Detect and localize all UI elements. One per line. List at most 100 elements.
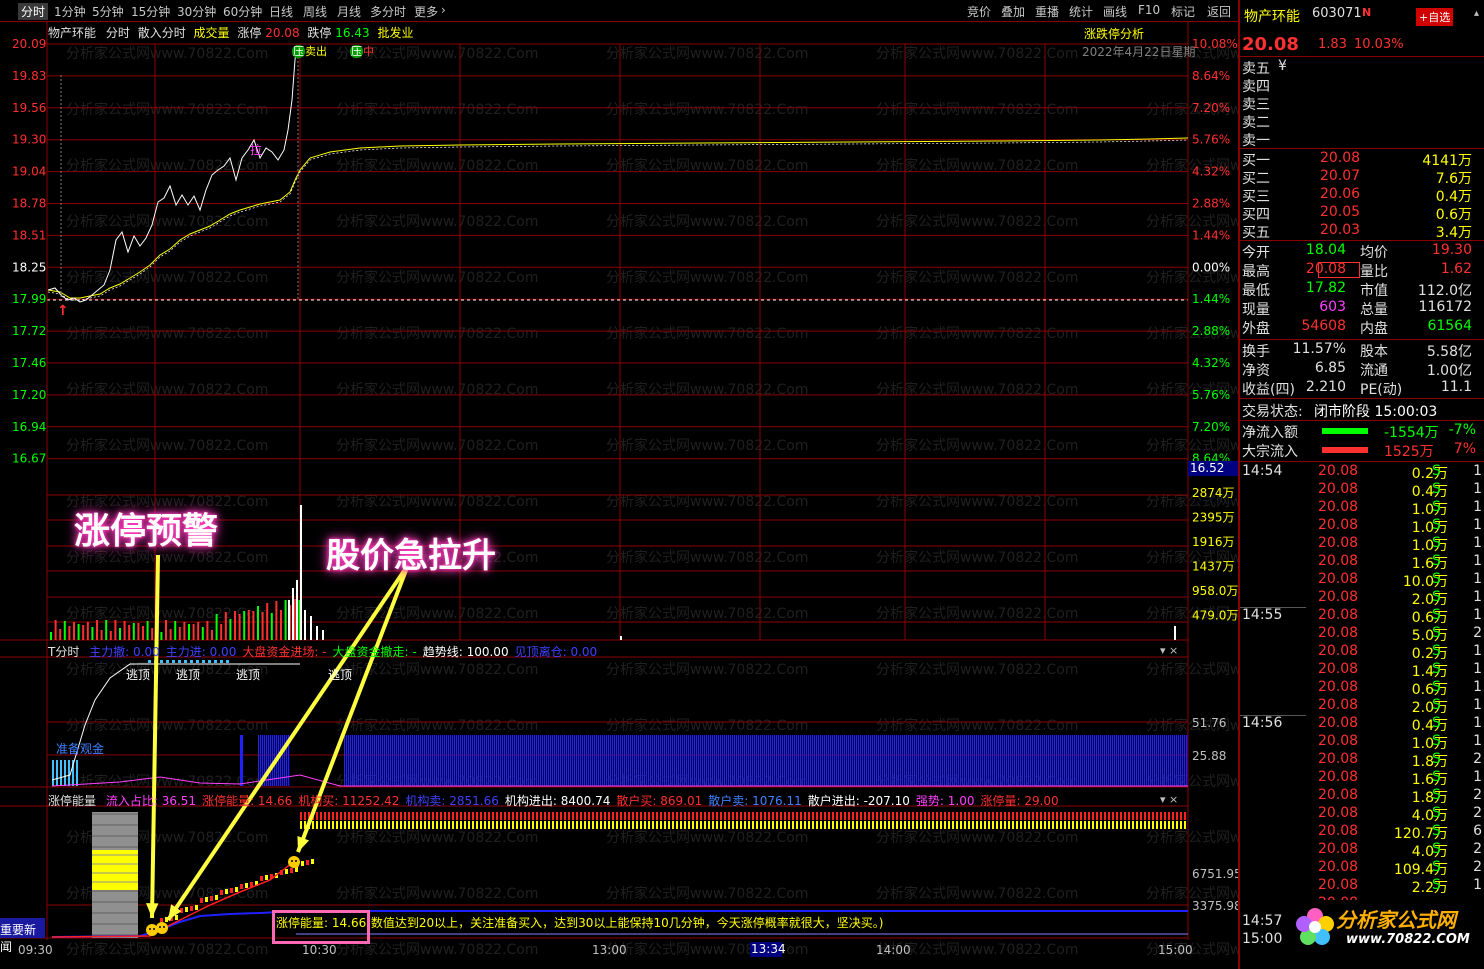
ind1-bar	[820, 735, 822, 786]
ind2-top-bar	[544, 812, 546, 820]
tick-count: 1	[1473, 715, 1482, 731]
tab-daily[interactable]: 日线	[269, 3, 293, 20]
tab-60min[interactable]: 60分钟	[223, 3, 262, 20]
ind1-bar	[680, 735, 682, 786]
stat-label: 量比	[1360, 264, 1388, 280]
ind2-top-bar	[320, 821, 322, 829]
ind1-name[interactable]: T分时	[48, 645, 79, 659]
ind1-bar	[852, 735, 854, 786]
tab-more[interactable]: 更多	[414, 3, 438, 20]
ind1-bar	[1144, 735, 1146, 786]
tick-count: 1	[1473, 733, 1482, 749]
watermark-text: 分析家公式网www.70822.Com	[606, 45, 808, 62]
ind2-top-bar	[1116, 812, 1118, 820]
btn-mark[interactable]: 标记	[1171, 3, 1195, 20]
ask-label: 卖一	[1242, 133, 1270, 149]
ind2-top-bar	[716, 821, 718, 829]
btn-overlay[interactable]: 叠加	[1001, 3, 1025, 20]
ind1-bar	[542, 735, 544, 786]
ind1-bar	[556, 735, 558, 786]
ind2-energy-step	[200, 898, 203, 903]
tab-monthly[interactable]: 月线	[337, 3, 361, 20]
ind1-bar	[418, 735, 420, 786]
intraday-chart[interactable]: 分析家公式网www.70822.Com 分析家公式网www.70822.Com 分析…	[0, 22, 1238, 969]
volume-bar	[257, 606, 259, 640]
zt-dt-analysis-link[interactable]: 涨跌停分析	[1084, 25, 1144, 42]
volume-bar	[178, 627, 181, 640]
btn-replay[interactable]: 重播	[1035, 3, 1059, 20]
tick-row: 20.08 4.0万 S 2	[1240, 841, 1484, 860]
ind2-top-bar	[340, 812, 342, 820]
volume-bar	[296, 580, 298, 640]
ind2-top-bar	[748, 812, 750, 820]
tab-weekly[interactable]: 周线	[303, 3, 327, 20]
ind2-top-bar	[516, 812, 518, 820]
ind2-top-bar	[580, 821, 582, 829]
ind2-dropdown-icon[interactable]: ▾ ×	[1160, 793, 1178, 806]
ind2-top-bar	[844, 821, 846, 829]
watermark-text: 分析家公式网www.70822.Com	[606, 549, 808, 566]
volume-label: 成交量	[193, 26, 230, 40]
ind1-bar	[954, 735, 956, 786]
btn-auction[interactable]: 竞价	[967, 3, 991, 20]
tab-1min[interactable]: 1分钟	[54, 3, 86, 20]
btn-f10[interactable]: F10	[1138, 3, 1160, 17]
ind2-top-bar	[1020, 812, 1022, 820]
ind1-bar	[564, 735, 566, 786]
add-watchlist-button[interactable]: +自选	[1416, 8, 1454, 26]
ind1-bar	[1020, 735, 1022, 786]
ind2-top-bar	[324, 821, 326, 829]
btn-stats[interactable]: 统计	[1069, 3, 1093, 20]
ind2-top-bar	[852, 812, 854, 820]
scroll-arrow-icon[interactable]: ▴	[1474, 8, 1479, 19]
tab-5min[interactable]: 5分钟	[92, 3, 124, 20]
ind2-name[interactable]: 涨停能量	[48, 794, 96, 808]
tab-fenshi[interactable]: 分时	[18, 3, 49, 20]
ind1-bar	[694, 735, 696, 786]
ind2-top-bar	[808, 812, 810, 820]
tick-side: S	[1432, 553, 1441, 569]
tick-volume: 0.6万	[1411, 682, 1448, 698]
tick-volume: 1.6万	[1411, 556, 1448, 572]
volume-bar	[174, 621, 177, 640]
tab-30min[interactable]: 30分钟	[177, 3, 216, 20]
ind1-bar	[894, 735, 896, 786]
ind1-bar	[768, 735, 770, 786]
ind2-top-bar	[936, 821, 938, 829]
ready-funds-label: 准备观金	[56, 742, 105, 756]
ind2-top-bar	[1076, 812, 1078, 820]
ind2-top-bar	[664, 821, 666, 829]
tab-multi-fenshi[interactable]: 多分时	[370, 3, 406, 20]
tick-price: 20.08	[1318, 715, 1359, 731]
watermark-text: 分析家公式网www.70822.Com	[876, 605, 1078, 622]
ind1-bar	[1112, 735, 1114, 786]
ind1-bar	[704, 735, 706, 786]
ind1-dropdown-icon[interactable]: ▾ ×	[1160, 644, 1178, 657]
watermark-text: 分析家公式网www.70822.Com	[606, 885, 808, 902]
ind2-energy-step	[306, 860, 309, 865]
news-button[interactable]: 重要新闻	[0, 918, 45, 954]
btn-back[interactable]: 返回	[1207, 3, 1231, 20]
trade-state-row: 交易状态: 闭市阶段 15:00:03	[1240, 401, 1484, 420]
ind2-top-bar	[488, 812, 490, 820]
ind1-bar	[1108, 735, 1110, 786]
watermark-text: 分析家公式网www.70822.Com	[876, 269, 1078, 286]
ind2-top-bar	[1144, 812, 1146, 820]
ind1-dot	[172, 660, 175, 663]
ind2-energy-step	[245, 883, 248, 888]
ind1-bar	[746, 735, 748, 786]
tick-row: 20.08 1.0万 S 1	[1240, 535, 1484, 554]
tab-15min[interactable]: 15分钟	[131, 3, 170, 20]
stat-value: 603	[1319, 299, 1346, 315]
ind1-bar	[648, 735, 650, 786]
ind2-yellow-block	[92, 850, 138, 890]
ind2-top-bar	[932, 812, 934, 820]
ind2-top-bar	[856, 812, 858, 820]
ind2-top-bar	[632, 821, 634, 829]
volume-bar	[300, 505, 302, 640]
ind2-top-bar	[1104, 821, 1106, 829]
btn-draw[interactable]: 画线	[1103, 3, 1127, 20]
ind2-top-bar	[896, 812, 898, 820]
ind2-top-bar	[864, 812, 866, 820]
ind1-bar	[76, 760, 78, 786]
